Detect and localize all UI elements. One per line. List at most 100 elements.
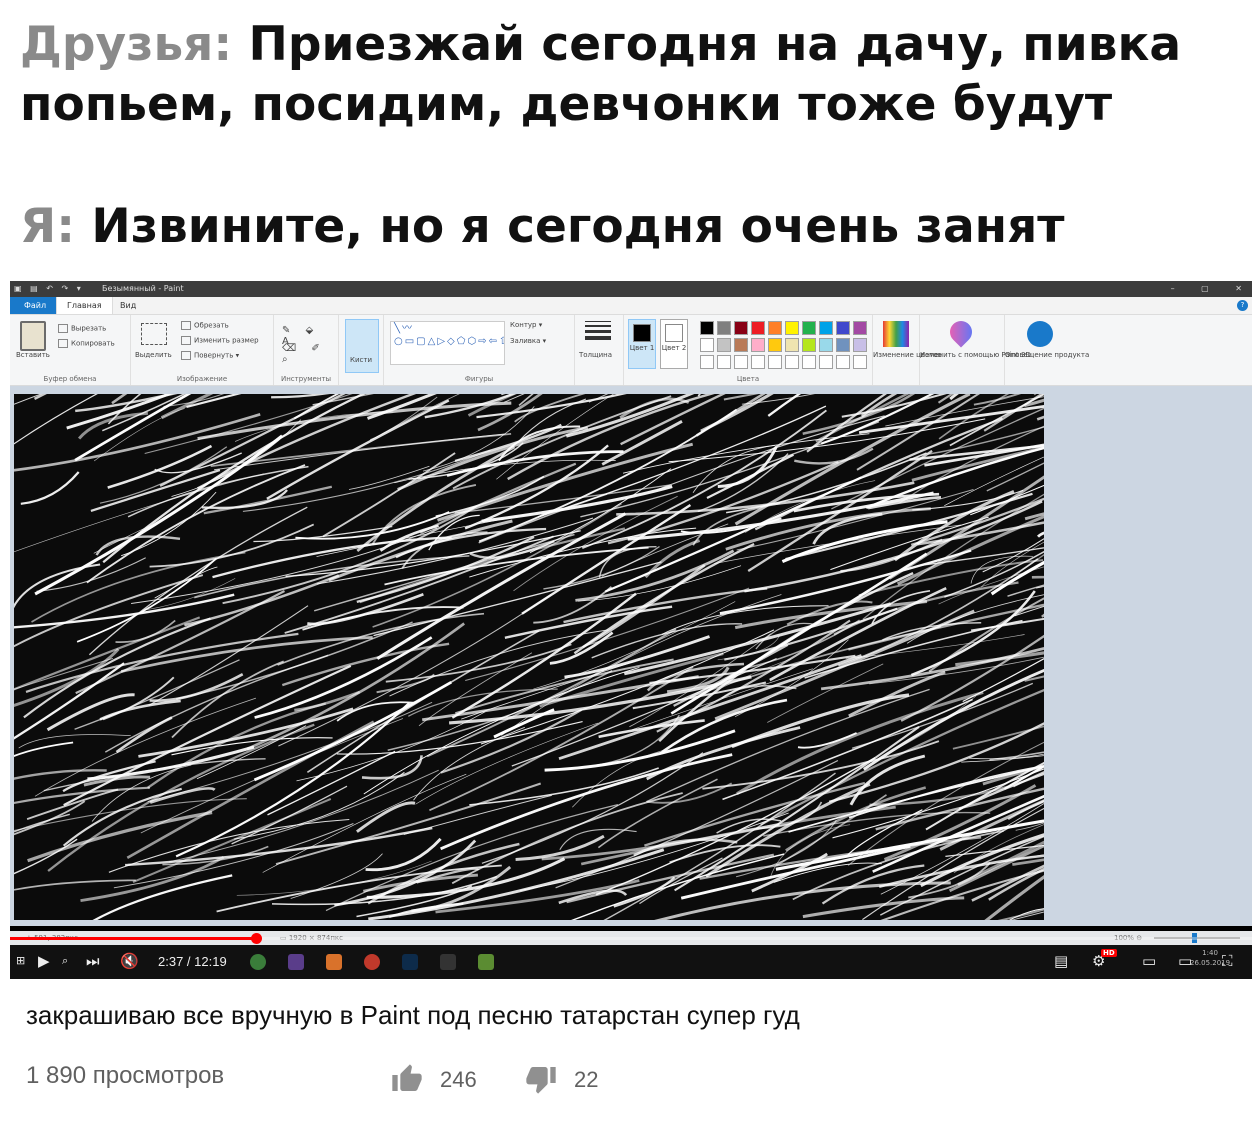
quick-access-toolbar[interactable]: ▣ ▤ ↶ ↷ ▾ (14, 281, 84, 297)
fill-dropdown[interactable]: Заливка ▾ (510, 337, 546, 345)
progress-scrubber[interactable] (250, 933, 262, 944)
resize-button[interactable]: Изменить размер (181, 336, 259, 345)
palette-color-swatch[interactable] (717, 338, 731, 352)
group-edit-colors: Изменение цветов (873, 315, 942, 385)
scribble-drawing (14, 394, 1044, 920)
shapes-gallery[interactable]: ╲〰○▭▢△▷◇⬠⬡⇨⇦⇧⇩✧☆✡▭◯♡ (390, 321, 505, 365)
palette-color-swatch[interactable] (836, 321, 850, 335)
line-thickness-icon[interactable] (585, 321, 611, 343)
taskbar-app-icon (440, 954, 456, 970)
tab-file[interactable]: Файл (10, 297, 61, 314)
outline-dropdown[interactable]: Контур ▾ (510, 321, 542, 329)
palette-empty-slot[interactable] (802, 355, 816, 369)
palette-empty-slot[interactable] (751, 355, 765, 369)
friends-message: Приезжай сегодня на дачу, пивка (232, 17, 1182, 72)
taskbar-app-icon (326, 954, 342, 970)
play-button[interactable]: ▶ (38, 951, 50, 971)
copy-icon (58, 339, 68, 348)
palette-empty-slot[interactable] (853, 355, 867, 369)
paste-button[interactable]: Вставить (16, 351, 50, 359)
dislike-button[interactable]: 22 (524, 1063, 614, 1097)
select-icon[interactable] (141, 323, 167, 345)
meme-caption-line-2: попьем, посидим, девчонки тоже будут (20, 77, 1113, 132)
time-current: 2:37 (158, 954, 184, 969)
edit-colors-icon[interactable] (883, 321, 909, 347)
progress-bar-played (10, 937, 256, 940)
group-paint3d: Изменить с помощью Paint 3D (920, 315, 1031, 385)
cut-button[interactable]: Вырезать (58, 324, 106, 333)
group-label-colors: Цвета (736, 375, 760, 383)
group-brushes: Кисти (339, 315, 384, 385)
paint-ribbon: Вставить Вырезать Копировать Буфер обмен… (10, 315, 1252, 386)
palette-color-swatch[interactable] (802, 321, 816, 335)
palette-color-swatch[interactable] (785, 321, 799, 335)
taskbar-app-icon (364, 954, 380, 970)
info-icon[interactable] (1027, 321, 1053, 347)
palette-color-swatch[interactable] (734, 321, 748, 335)
help-icon[interactable]: ? (1237, 300, 1248, 311)
palette-color-swatch[interactable] (819, 338, 833, 352)
palette-empty-slot[interactable] (717, 355, 731, 369)
select-button[interactable]: Выделить (135, 351, 172, 359)
theater-mode-button[interactable]: ▭ (1178, 951, 1192, 971)
windows-start-icon: ⊞ (16, 954, 26, 967)
brushes-label: Кисти (350, 356, 372, 364)
paste-icon[interactable] (20, 321, 46, 351)
palette-color-swatch[interactable] (768, 321, 782, 335)
palette-color-swatch[interactable] (853, 321, 867, 335)
palette-empty-slot[interactable] (836, 355, 850, 369)
tab-view[interactable]: Вид (110, 297, 146, 314)
miniplayer-button[interactable]: ▭ (1142, 951, 1156, 971)
group-image: Выделить Обрезать Изменить размер Поверн… (131, 315, 274, 385)
palette-color-swatch[interactable] (751, 321, 765, 335)
tab-home[interactable]: Главная (56, 297, 113, 314)
like-button[interactable]: 246 (390, 1063, 500, 1097)
palette-color-swatch[interactable] (853, 338, 867, 352)
subtitles-button[interactable]: ▤ (1054, 951, 1068, 971)
color-2-label: Цвет 2 (661, 344, 687, 352)
palette-color-swatch[interactable] (700, 338, 714, 352)
video-player[interactable]: ▣ ▤ ↶ ↷ ▾ Безымянный - Paint – ▢ ✕ Файл … (10, 281, 1252, 979)
dislike-count: 22 (574, 1067, 599, 1092)
brushes-button[interactable]: Кисти (345, 319, 379, 373)
fullscreen-button[interactable]: ⛶ (1222, 951, 1233, 971)
palette-color-swatch[interactable] (819, 321, 833, 335)
palette-color-swatch[interactable] (785, 338, 799, 352)
copy-button[interactable]: Копировать (58, 339, 115, 348)
window-title: Безымянный - Paint (102, 284, 184, 293)
my-reply: Извините, но я сегодня очень занят (75, 199, 1065, 254)
palette-color-swatch[interactable] (768, 338, 782, 352)
palette-color-swatch[interactable] (836, 338, 850, 352)
palette-color-swatch[interactable] (700, 321, 714, 335)
paint-menubar: Файл Главная Вид ? (10, 297, 1252, 315)
group-label-clipboard: Буфер обмена (43, 375, 97, 383)
crop-button[interactable]: Обрезать (181, 321, 229, 330)
drawing-canvas[interactable] (14, 394, 1044, 920)
group-notify: Оповещение продукта (1005, 315, 1089, 385)
palette-color-swatch[interactable] (751, 338, 765, 352)
edit-colors-button[interactable]: Изменение цветов (873, 351, 942, 360)
palette-empty-slot[interactable] (785, 355, 799, 369)
palette-empty-slot[interactable] (700, 355, 714, 369)
palette-color-swatch[interactable] (717, 321, 731, 335)
rotate-button[interactable]: Повернуть ▾ (181, 351, 239, 360)
group-label-shapes: Фигуры (464, 375, 494, 383)
palette-color-swatch[interactable] (802, 338, 816, 352)
size-button[interactable]: Толщина (579, 351, 612, 359)
paint-3d-icon[interactable] (945, 316, 977, 348)
paint-3d-button[interactable]: Изменить с помощью Paint 3D (920, 351, 1031, 360)
speaker-me: Я: (20, 199, 75, 254)
color-2-button[interactable]: Цвет 2 (660, 319, 688, 369)
palette-empty-slot[interactable] (734, 355, 748, 369)
palette-empty-slot[interactable] (768, 355, 782, 369)
window-controls[interactable]: – ▢ ✕ (1171, 281, 1242, 297)
palette-color-swatch[interactable] (734, 338, 748, 352)
next-button[interactable]: ⏭ (86, 951, 100, 971)
palette-empty-slot[interactable] (819, 355, 833, 369)
color-1-button[interactable]: Цвет 1 (628, 319, 656, 369)
product-alert-button[interactable]: Оповещение продукта (1005, 351, 1089, 360)
search-icon: ⌕ (62, 954, 69, 967)
tools-row-bottom[interactable]: ⌫ ✐ ⌕ (282, 343, 338, 365)
mute-button[interactable]: 🔇 (120, 951, 139, 971)
time-display: 2:37 / 12:19 (158, 954, 227, 969)
